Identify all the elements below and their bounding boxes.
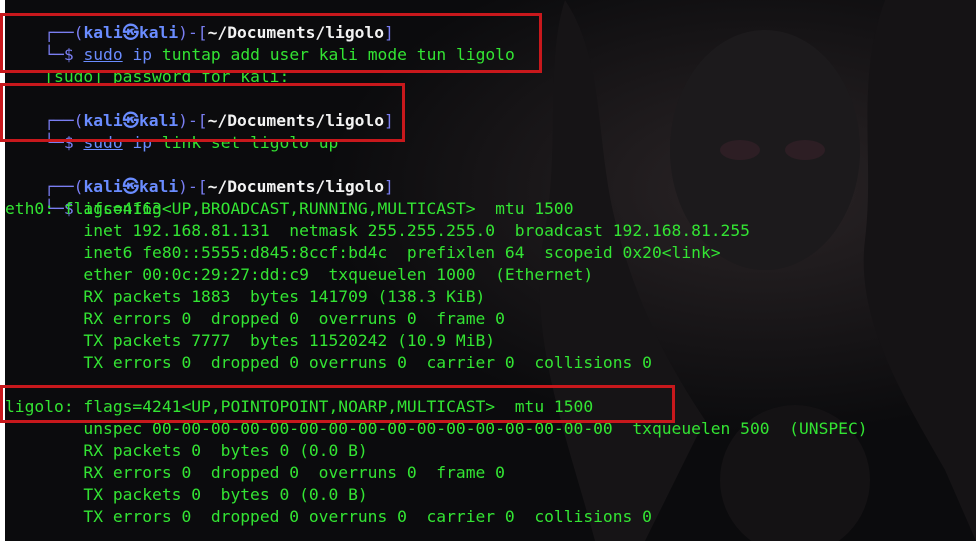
prompt-frame: ] [384, 111, 394, 130]
command-args: link set ligolo up [161, 133, 339, 152]
prompt-header-2: ┌──(kali㉿kali)-[~/Documents/ligolo] [5, 88, 394, 130]
eth0-inet-line: inet 192.168.81.131 netmask 255.255.255.… [5, 221, 750, 240]
sudo-keyword: sudo [83, 133, 123, 152]
prompt-frame: ] [384, 177, 394, 196]
ligolo-header: ligolo: flags=4241<UP,POINTOPOINT,NOARP,… [5, 397, 594, 416]
ligolo-rx-packets-line: RX packets 0 bytes 0 (0.0 B) [5, 441, 368, 460]
ligolo-tx-errors-line: TX errors 0 dropped 0 overruns 0 carrier… [5, 507, 652, 526]
ligolo-tx-packets-line: TX packets 0 bytes 0 (0.0 B) [5, 485, 368, 504]
eth0-tx-errors-line: TX errors 0 dropped 0 overruns 0 carrier… [5, 353, 652, 372]
prompt-header-3: ┌──(kali㉿kali)-[~/Documents/ligolo] [5, 154, 394, 196]
prompt-path: ~/Documents/ligolo [207, 177, 385, 196]
eth0-rx-packets-line: RX packets 1883 bytes 141709 (138.3 KiB) [5, 287, 486, 306]
eth0-header: eth0: flags=4163<UP,BROADCAST,RUNNING,MU… [5, 199, 574, 218]
ligolo-unspec-line: unspec 00-00-00-00-00-00-00-00-00-00-00-… [5, 419, 868, 438]
terminal-window[interactable]: ┌──(kali㉿kali)-[~/Documents/ligolo] └─$ … [5, 0, 976, 541]
command-line-3[interactable]: └─$ ifconfig [5, 176, 162, 218]
prompt-frame: )-[ [178, 177, 208, 196]
prompt-symbol: └─$ [44, 133, 74, 152]
command-name: ip [132, 133, 153, 152]
eth0-inet6-line: inet6 fe80::5555:d845:8ccf:bd4c prefixle… [5, 243, 721, 262]
sudo-password-prompt: [sudo] password for kali: [44, 67, 290, 86]
command-line-1[interactable]: └─$ sudo ip tuntap add user kali mode tu… [5, 22, 515, 64]
ligolo-rx-errors-line: RX errors 0 dropped 0 overruns 0 frame 0 [5, 463, 505, 482]
eth0-rx-errors-line: RX errors 0 dropped 0 overruns 0 frame 0 [5, 309, 505, 328]
eth0-tx-packets-line: TX packets 7777 bytes 11520242 (10.9 MiB… [5, 331, 496, 350]
command-line-2[interactable]: └─$ sudo ip link set ligolo up [5, 110, 338, 152]
eth0-ether-line: ether 00:0c:29:27:dd:c9 txqueuelen 1000 … [5, 265, 594, 284]
prompt-header-1: ┌──(kali㉿kali)-[~/Documents/ligolo] [5, 0, 394, 42]
